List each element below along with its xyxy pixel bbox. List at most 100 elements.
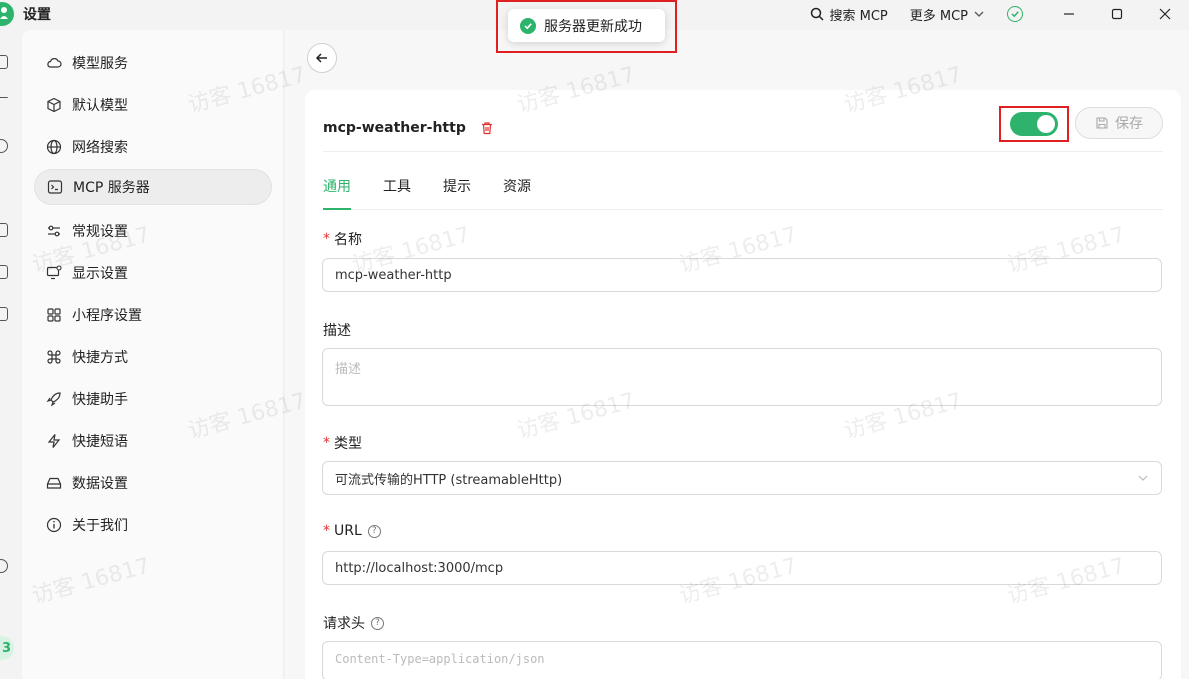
chat-icon[interactable] xyxy=(0,55,8,69)
nav-item-display-settings[interactable]: 显示设置 xyxy=(34,255,272,291)
required-mark: * xyxy=(323,523,330,539)
maximize-button[interactable] xyxy=(1093,0,1141,28)
more-mcp-dropdown[interactable]: 更多 MCP xyxy=(910,5,985,24)
nav-item-label: 快捷方式 xyxy=(72,350,128,366)
search-icon xyxy=(811,7,824,21)
url-label-text: URL xyxy=(334,523,362,539)
nav-item-label: 小程序设置 xyxy=(72,308,142,324)
server-enable-toggle[interactable] xyxy=(1010,112,1058,136)
tab-general[interactable]: 通用 xyxy=(323,176,351,210)
server-name-title: mcp-weather-http xyxy=(323,119,466,136)
nav-item-data-settings[interactable]: 数据设置 xyxy=(34,465,272,501)
translate-icon[interactable] xyxy=(0,181,8,195)
nav-item-about[interactable]: 关于我们 xyxy=(34,507,272,543)
url-field-label: * URL ? xyxy=(323,523,381,539)
nav-item-miniapp-settings[interactable]: 小程序设置 xyxy=(34,297,272,333)
grid-icon xyxy=(46,307,62,323)
explore-icon[interactable] xyxy=(0,139,8,153)
type-select-value: 可流式传输的HTTP (streamableHttp) xyxy=(335,472,563,488)
description-placeholder: 描述 xyxy=(335,362,362,377)
apps-icon[interactable] xyxy=(0,223,8,237)
hard-drive-icon xyxy=(46,475,62,491)
nav-item-default-model[interactable]: 默认模型 xyxy=(34,87,272,123)
globe-icon xyxy=(46,139,62,155)
cube-icon xyxy=(46,97,62,113)
help-circle-icon[interactable]: ? xyxy=(371,616,384,630)
type-field-label: * 类型 xyxy=(323,433,362,453)
delete-server-button[interactable] xyxy=(480,121,494,135)
required-mark: * xyxy=(323,231,330,247)
required-mark: * xyxy=(323,435,330,451)
nav-item-quick-assistant[interactable]: 快捷助手 xyxy=(34,381,272,417)
tab-tools[interactable]: 工具 xyxy=(383,176,411,210)
chevron-down-icon xyxy=(1138,475,1148,481)
app-sidebar-rail: 3 xyxy=(0,28,22,679)
monitor-icon xyxy=(46,265,62,281)
tab-prompts[interactable]: 提示 xyxy=(443,176,471,210)
search-mcp-label: 搜索 MCP xyxy=(829,8,888,24)
nav-item-label: MCP 服务器 xyxy=(73,180,150,196)
notes-icon[interactable] xyxy=(0,307,8,321)
nav-item-label: 网络搜索 xyxy=(72,140,128,156)
nav-item-label: 显示设置 xyxy=(72,266,128,282)
tab-resources[interactable]: 资源 xyxy=(503,176,531,210)
nav-item-shortcuts[interactable]: 快捷方式 xyxy=(34,339,272,375)
send-icon[interactable] xyxy=(0,97,8,99)
sliders-icon xyxy=(46,223,62,239)
back-button[interactable] xyxy=(307,43,337,73)
chevron-down-icon xyxy=(974,11,984,17)
nav-item-label: 关于我们 xyxy=(72,518,128,534)
headers-textarea[interactable]: Content-Type=application/json xyxy=(322,641,1162,679)
toast-message: 服务器更新成功 xyxy=(544,18,642,35)
nav-item-label: 数据设置 xyxy=(72,476,128,492)
url-input[interactable]: http://localhost:3000/mcp xyxy=(322,551,1162,585)
name-field-label: * 名称 xyxy=(323,229,362,249)
nav-item-label: 快捷短语 xyxy=(72,434,128,450)
server-detail-card: mcp-weather-http 保存 通用 工具 提示 资源 * 名称 mcp… xyxy=(305,90,1181,679)
window-title: 设置 xyxy=(23,7,51,23)
nav-item-general-settings[interactable]: 常规设置 xyxy=(34,213,272,249)
close-button[interactable] xyxy=(1141,0,1189,28)
avatar-badge[interactable]: 3 xyxy=(0,636,14,660)
type-label-text: 类型 xyxy=(334,436,362,452)
name-input[interactable]: mcp-weather-http xyxy=(322,258,1162,292)
search-mcp-button[interactable]: 搜索 MCP xyxy=(810,5,888,24)
success-toast: 服务器更新成功 xyxy=(508,9,665,42)
save-icon xyxy=(1096,117,1108,129)
help-circle-icon[interactable]: ? xyxy=(367,524,381,538)
cloud-icon xyxy=(46,55,62,71)
url-input-value: http://localhost:3000/mcp xyxy=(335,560,504,576)
save-button[interactable]: 保存 xyxy=(1075,107,1163,139)
more-mcp-label: 更多 MCP xyxy=(909,8,968,24)
nav-item-label: 快捷助手 xyxy=(72,392,128,408)
minimize-icon xyxy=(1064,13,1074,15)
nav-item-quick-phrases[interactable]: 快捷短语 xyxy=(34,423,272,459)
check-circle-icon xyxy=(520,17,536,34)
nav-item-mcp-server[interactable]: MCP 服务器 xyxy=(34,169,272,205)
rocket-icon xyxy=(46,391,62,407)
server-header: mcp-weather-http 保存 xyxy=(323,104,1163,152)
name-label-text: 名称 xyxy=(334,232,362,248)
minimize-button[interactable] xyxy=(1045,0,1093,28)
description-field-label: 描述 xyxy=(323,320,351,340)
name-input-value: mcp-weather-http xyxy=(335,267,452,283)
nav-item-model-service[interactable]: 模型服务 xyxy=(34,45,272,81)
files-icon[interactable] xyxy=(0,265,8,279)
theme-sun-icon[interactable] xyxy=(0,601,8,615)
nav-item-label: 默认模型 xyxy=(72,98,128,114)
headers-label-text: 请求头 xyxy=(323,616,365,632)
nav-item-web-search[interactable]: 网络搜索 xyxy=(34,129,272,165)
description-textarea[interactable]: 描述 xyxy=(322,348,1162,406)
toast-highlight: 服务器更新成功 xyxy=(496,0,677,53)
command-icon xyxy=(46,349,62,365)
headers-field-label: 请求头 ? xyxy=(323,613,384,633)
check-circle-icon xyxy=(1007,6,1023,22)
settings-nav: 模型服务 默认模型 网络搜索 MCP 服务器 常规设置 显示设置 小程序设置 快… xyxy=(22,30,284,679)
description-label-text: 描述 xyxy=(323,323,351,339)
close-icon xyxy=(1159,8,1171,20)
help-icon[interactable] xyxy=(0,559,8,573)
terminal-icon xyxy=(47,179,63,195)
headers-placeholder: Content-Type=application/json xyxy=(335,652,545,666)
type-select[interactable]: 可流式传输的HTTP (streamableHttp) xyxy=(322,461,1162,495)
nav-item-label: 模型服务 xyxy=(72,56,128,72)
